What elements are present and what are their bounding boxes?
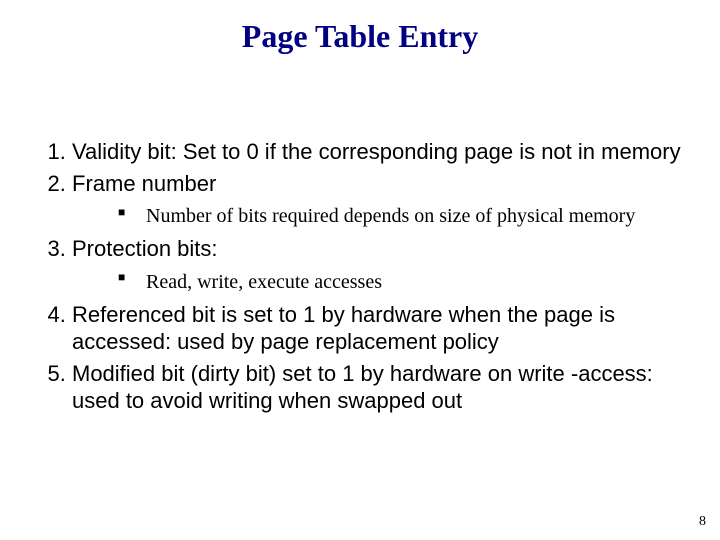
list-item-text: Frame number xyxy=(72,171,216,196)
page-title: Page Table Entry xyxy=(0,0,720,55)
list-item-text: Referenced bit is set to 1 by hardware w… xyxy=(72,302,615,355)
list-item: Validity bit: Set to 0 if the correspond… xyxy=(72,138,698,166)
list-item: Modified bit (dirty bit) set to 1 by har… xyxy=(72,360,698,415)
list-item-text: Modified bit (dirty bit) set to 1 by har… xyxy=(72,361,653,414)
page-number: 8 xyxy=(699,514,706,530)
sub-list-item: Read, write, execute accesses xyxy=(118,269,698,295)
numbered-list: Validity bit: Set to 0 if the correspond… xyxy=(28,138,698,415)
sub-list: Read, write, execute accesses xyxy=(72,269,698,295)
list-item: Frame number Number of bits required dep… xyxy=(72,170,698,230)
list-item: Protection bits: Read, write, execute ac… xyxy=(72,235,698,295)
content-area: Validity bit: Set to 0 if the correspond… xyxy=(28,138,698,419)
list-item-text: Protection bits: xyxy=(72,236,218,261)
sub-list-item: Number of bits required depends on size … xyxy=(118,203,698,229)
sub-list-item-text: Number of bits required depends on size … xyxy=(146,205,635,227)
list-item-text: Validity bit: Set to 0 if the correspond… xyxy=(72,139,681,164)
slide: Page Table Entry Validity bit: Set to 0 … xyxy=(0,0,720,540)
list-item: Referenced bit is set to 1 by hardware w… xyxy=(72,301,698,356)
sub-list-item-text: Read, write, execute accesses xyxy=(146,271,382,293)
sub-list: Number of bits required depends on size … xyxy=(72,203,698,229)
